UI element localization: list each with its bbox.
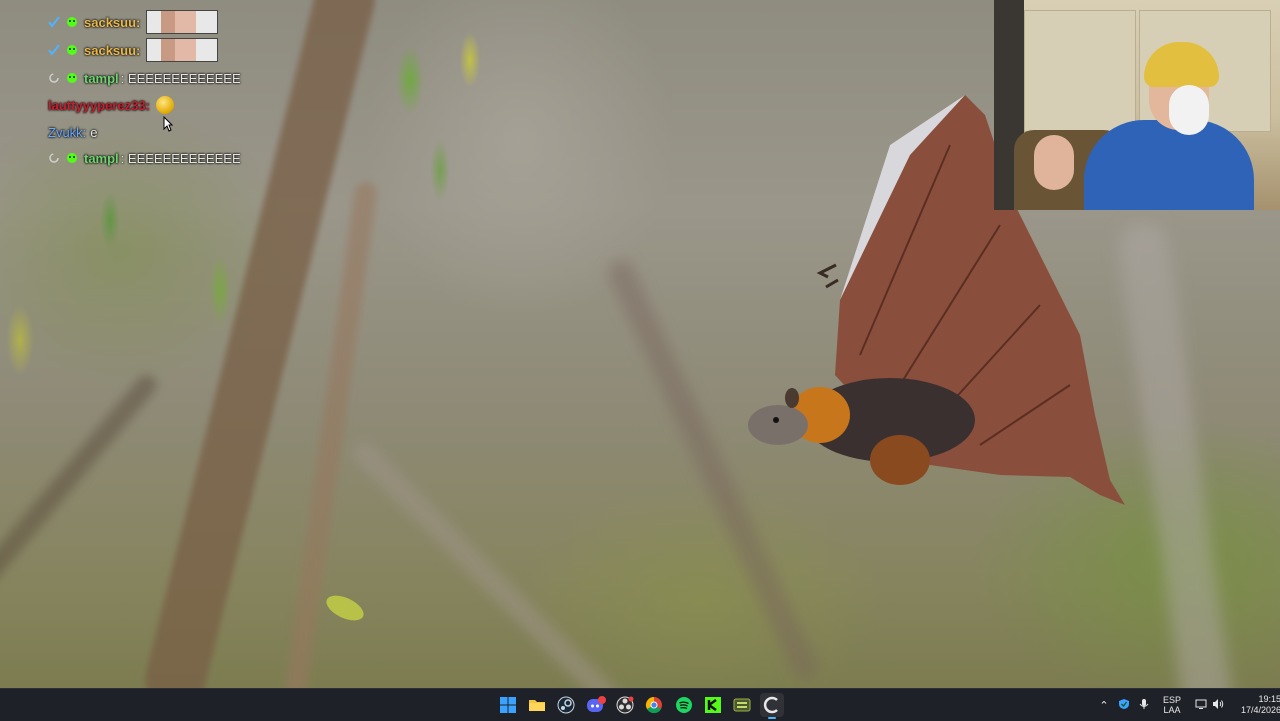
spotify-icon [676,697,692,713]
system-tray: ⌃ ESP LAA 19:15 17/4/2026 [1096,689,1280,721]
chat-message: tampl : EEEEEEEEEEEEE [48,68,241,88]
clock-time: 19:15 [1258,694,1280,704]
active-indicator [768,717,776,719]
leaf [322,590,368,626]
clock-date: 17/4/2026 [1241,705,1280,715]
chat-text: e [90,124,98,140]
network-icon[interactable] [1195,698,1207,712]
obs-icon [616,696,634,714]
taskbar-discord[interactable] [584,693,608,717]
chat-text: : EEEEEEEEEEEEE [120,150,241,166]
keyboard-layout: LAA [1163,705,1181,715]
chat-message: sacksuu: [48,10,219,34]
verified-badge-icon [48,16,60,28]
taskbar-obs[interactable] [613,693,637,717]
chat-username: Zvukk: [48,124,87,140]
chat-username: tampl [84,150,119,166]
security-shield-icon[interactable] [1118,698,1130,712]
person-body [1084,120,1254,210]
folder-icon [529,700,545,711]
chat-username: sacksuu: [84,14,141,30]
person-hand [1034,135,1074,190]
chevron-up-icon[interactable]: ⌃ [1096,699,1112,712]
verified-badge-icon [48,44,60,56]
moderator-badge-icon [66,44,78,56]
taskbar-app[interactable] [730,693,754,717]
chat-message: sacksuu: [48,38,219,62]
chat-username: lauttyyyperez33: [48,97,150,113]
moderator-badge-icon [66,16,78,28]
kick-icon [705,697,721,713]
game-icon [733,698,751,712]
volume-icon[interactable] [1212,698,1224,712]
windows-logo-icon [500,697,516,713]
start-button[interactable] [496,693,520,717]
taskbar-steam[interactable] [554,693,578,717]
chrome-icon [645,696,662,714]
chat-image-thumbnail [146,38,219,62]
tree-branch [0,371,161,629]
language-code: ESP [1163,695,1182,705]
loading-badge-icon [48,152,60,164]
chat-text: : EEEEEEEEEEEEE [120,70,241,86]
headphones [1169,85,1209,135]
emote-icon [155,96,174,114]
taskbar-kick[interactable] [701,693,725,717]
microphone-icon[interactable] [1139,698,1149,712]
chat-username: tampl [84,70,119,86]
taskbar-file-explorer[interactable] [525,693,549,717]
chat-username: sacksuu: [84,42,141,58]
taskbar-app-active[interactable] [760,693,784,719]
c-icon [763,696,778,714]
chat-image-thumbnail [146,10,219,34]
chat-message: Zvukk: e [48,122,98,142]
chat-message: lauttyyyperez33: [48,95,174,115]
taskbar-chrome[interactable] [642,693,666,717]
clock[interactable]: 19:15 17/4/2026 [1241,694,1280,716]
webcam-overlay [994,0,1280,210]
taskbar: ⌃ ESP LAA 19:15 17/4/2026 [0,688,1280,721]
leaves [380,20,500,220]
wall-panel [1024,10,1136,132]
discord-icon [587,696,606,712]
moderator-badge-icon [66,152,78,164]
taskbar-spotify[interactable] [672,693,696,717]
chat-message: tampl : EEEEEEEEEEEEE [48,148,241,168]
language-indicator[interactable]: ESP LAA [1163,695,1181,715]
moderator-badge-icon [66,72,78,84]
loading-badge-icon [48,72,60,84]
mouse-cursor-icon [163,116,173,132]
chat-overlay: sacksuu: sacksuu: tampl : EEEEEEEEEEEEE … [0,0,260,175]
tree-branch [348,437,634,688]
steam-icon [557,696,575,714]
